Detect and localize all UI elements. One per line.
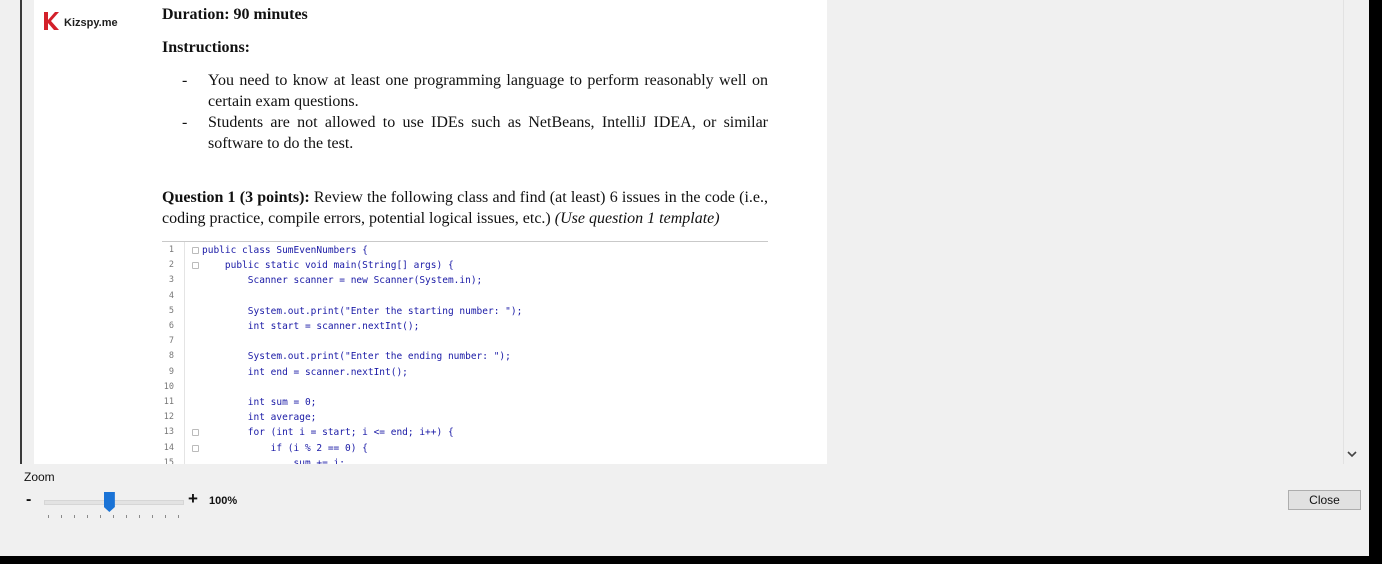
window-bottom-frame xyxy=(0,556,1382,564)
code-text: public static void main(String[] args) { xyxy=(202,260,454,272)
code-line: 13 for (int i = start; i <= end; i++) { xyxy=(162,425,768,440)
close-button[interactable]: Close xyxy=(1288,490,1361,510)
line-number: 2 xyxy=(168,260,174,271)
instruction-text: Students are not allowed to use IDEs suc… xyxy=(208,114,768,152)
document-viewer[interactable]: Kizspy.me Duration: 90 minutes Instructi… xyxy=(0,0,1369,464)
fold-marker-icon xyxy=(192,429,199,437)
question-hint: (Use question 1 template) xyxy=(554,210,720,227)
code-line: 7 xyxy=(162,334,768,349)
code-text: int average; xyxy=(202,412,317,424)
code-text: public class SumEvenNumbers { xyxy=(202,245,368,256)
question-label: Question 1 (3 points): xyxy=(162,189,310,206)
line-number: 6 xyxy=(168,321,174,331)
bullet-dash: - xyxy=(182,72,188,89)
fold-marker-icon xyxy=(192,444,199,452)
code-text: int start = scanner.nextInt(); xyxy=(202,321,420,332)
slider-tick xyxy=(113,515,114,518)
instruction-item: - You need to know at least one programm… xyxy=(162,70,768,112)
zoom-label: Zoom xyxy=(24,470,55,484)
question-paragraph: Question 1 (3 points): Review the follow… xyxy=(162,187,768,229)
document-page: Kizspy.me Duration: 90 minutes Instructi… xyxy=(34,0,827,464)
code-line: 4 xyxy=(162,289,768,304)
code-text: System.out.print("Enter the starting num… xyxy=(202,305,523,317)
line-number: 5 xyxy=(168,305,174,316)
watermark-logo: Kizspy.me xyxy=(42,10,118,32)
line-number: 12 xyxy=(163,412,174,423)
line-number: 10 xyxy=(163,381,174,392)
code-text: System.out.print("Enter the ending numbe… xyxy=(202,351,511,363)
code-line: 6 int start = scanner.nextInt(); xyxy=(162,319,768,334)
k-logo-icon xyxy=(44,12,59,30)
code-text: for (int i = start; i <= end; i++) { xyxy=(202,427,454,439)
line-number: 8 xyxy=(168,351,174,362)
slider-tick xyxy=(165,515,166,518)
zoom-slider-thumb[interactable] xyxy=(103,492,115,512)
code-line: 2 public static void main(String[] args)… xyxy=(162,258,768,273)
code-line: 11 int sum = 0; xyxy=(162,395,768,410)
chevron-down-icon[interactable] xyxy=(1345,448,1359,462)
slider-tick xyxy=(48,515,49,518)
instruction-text: You need to know at least one programmin… xyxy=(208,72,768,110)
duration-text: Duration: 90 minutes xyxy=(162,6,308,23)
code-listing: 1 public class SumEvenNumbers { 2 public s… xyxy=(162,241,768,464)
scroll-down-arrow-icon xyxy=(1347,451,1357,458)
code-text: Scanner scanner = new Scanner(System.in)… xyxy=(202,275,483,287)
code-line: 15 sum += i; xyxy=(162,456,768,464)
window-right-frame xyxy=(1369,0,1382,564)
code-line: 5 System.out.print("Enter the starting n… xyxy=(162,304,768,319)
bullet-dash: - xyxy=(182,114,188,131)
fold-marker-icon xyxy=(192,247,199,254)
code-text: sum += i; xyxy=(202,457,346,464)
instruction-item: - Students are not allowed to use IDEs s… xyxy=(162,112,768,154)
code-line: 10 xyxy=(162,380,768,395)
slider-tick xyxy=(100,515,101,518)
viewer-left-border xyxy=(20,0,22,464)
slider-tick xyxy=(126,515,127,518)
code-text: if (i % 2 == 0) { xyxy=(202,442,368,454)
viewer-margin xyxy=(0,0,8,464)
zoom-slider-ticks xyxy=(48,515,179,519)
line-number: 13 xyxy=(163,427,174,438)
fold-marker-icon xyxy=(192,262,199,270)
slider-tick xyxy=(139,515,140,518)
line-number: 9 xyxy=(168,366,174,377)
zoom-out-button[interactable]: - xyxy=(26,491,31,509)
logo-text: Kizspy.me xyxy=(64,17,118,29)
code-text: int sum = 0; xyxy=(202,397,317,408)
slider-tick xyxy=(178,515,179,518)
line-number: 3 xyxy=(168,275,174,286)
code-text: int end = scanner.nextInt(); xyxy=(202,366,408,378)
line-number: 14 xyxy=(163,442,174,453)
instructions-list: - You need to know at least one programm… xyxy=(162,70,768,154)
slider-tick xyxy=(61,515,62,518)
instructions-heading: Instructions: xyxy=(162,39,251,56)
vertical-scrollbar[interactable] xyxy=(1343,0,1362,464)
code-line: 1 public class SumEvenNumbers { xyxy=(162,243,768,258)
code-line: 14 if (i % 2 == 0) { xyxy=(162,441,768,456)
zoom-value: 100% xyxy=(209,495,238,507)
line-number: 4 xyxy=(168,290,174,301)
zoom-in-button[interactable]: + xyxy=(188,489,198,509)
code-line: 8 System.out.print("Enter the ending num… xyxy=(162,349,768,364)
code-line: 12 int average; xyxy=(162,410,768,425)
code-line: 9 int end = scanner.nextInt(); xyxy=(162,365,768,380)
slider-tick xyxy=(74,515,75,518)
slider-tick xyxy=(152,515,153,518)
line-number: 11 xyxy=(163,397,174,407)
line-number: 1 xyxy=(168,245,174,255)
code-line: 3 Scanner scanner = new Scanner(System.i… xyxy=(162,273,768,288)
line-number: 7 xyxy=(168,336,174,347)
line-number: 15 xyxy=(163,457,174,464)
slider-tick xyxy=(87,515,88,518)
